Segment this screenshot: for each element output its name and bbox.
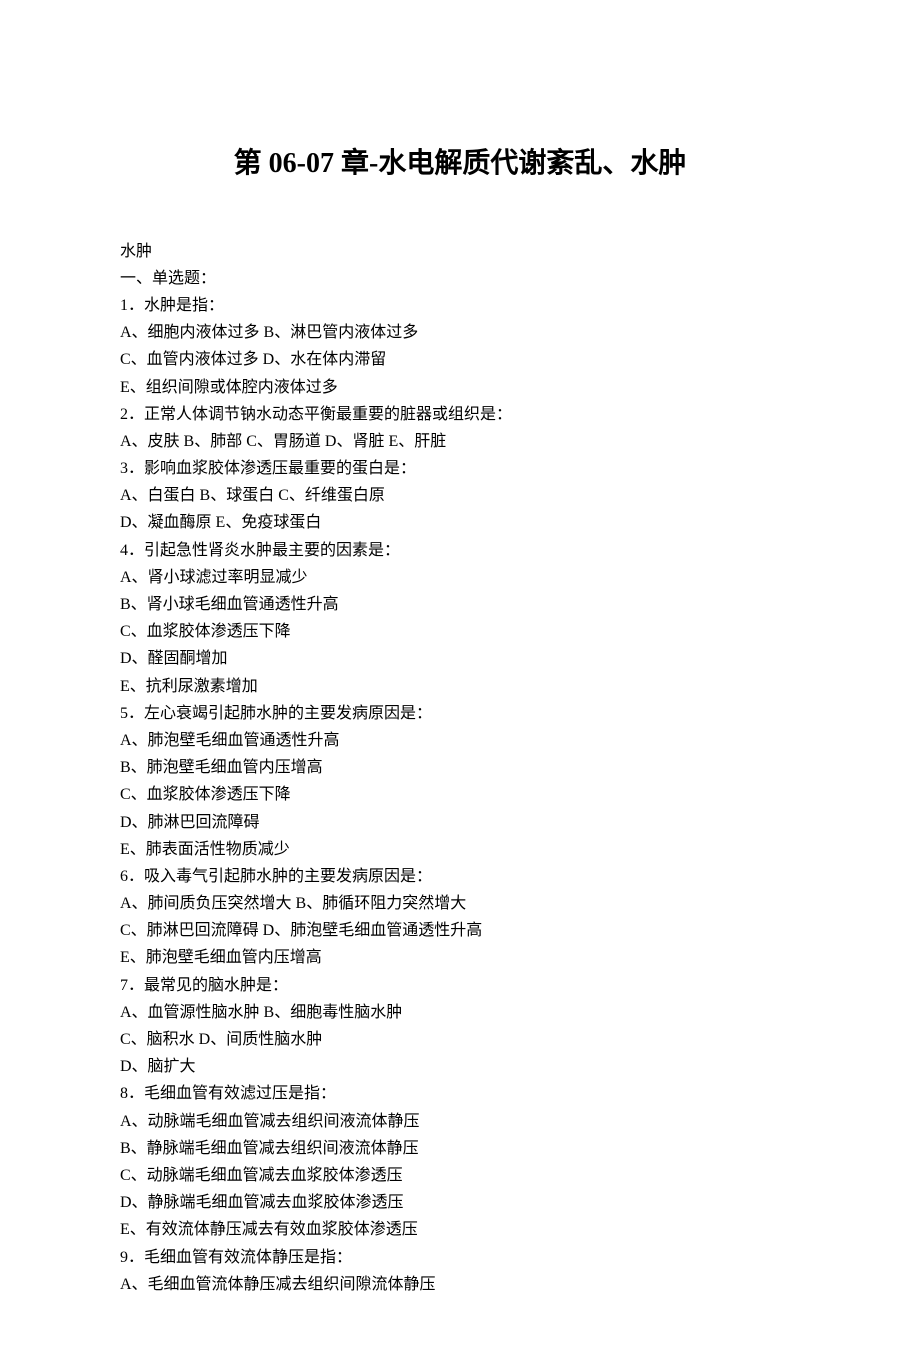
text-line: A、毛细血管流体静压减去组织间隙流体静压 [120, 1271, 800, 1298]
text-line: A、肺间质负压突然增大 B、肺循环阻力突然增大 [120, 890, 800, 917]
text-line: B、肺泡壁毛细血管内压增高 [120, 754, 800, 781]
text-line: E、肺表面活性物质减少 [120, 836, 800, 863]
text-line: 3．影响血浆胶体渗透压最重要的蛋白是： [120, 455, 800, 482]
text-line: 5．左心衰竭引起肺水肿的主要发病原因是： [120, 700, 800, 727]
text-line: D、脑扩大 [120, 1053, 800, 1080]
text-line: E、有效流体静压减去有效血浆胶体渗透压 [120, 1216, 800, 1243]
text-line: A、白蛋白 B、球蛋白 C、纤维蛋白原 [120, 482, 800, 509]
text-line: 9．毛细血管有效流体静压是指： [120, 1244, 800, 1271]
text-line: A、动脉端毛细血管减去组织间液流体静压 [120, 1108, 800, 1135]
text-line: C、脑积水 D、间质性脑水肿 [120, 1026, 800, 1053]
text-line: 水肿 [120, 238, 800, 265]
document-title: 第 06-07 章-水电解质代谢紊乱、水肿 [120, 140, 800, 188]
text-line: A、肾小球滤过率明显减少 [120, 564, 800, 591]
text-line: A、细胞内液体过多 B、淋巴管内液体过多 [120, 319, 800, 346]
text-line: D、醛固酮增加 [120, 645, 800, 672]
text-line: D、凝血酶原 E、免疫球蛋白 [120, 509, 800, 536]
text-line: C、血管内液体过多 D、水在体内滞留 [120, 346, 800, 373]
text-line: C、肺淋巴回流障碍 D、肺泡壁毛细血管通透性升高 [120, 917, 800, 944]
text-line: 8．毛细血管有效滤过压是指： [120, 1080, 800, 1107]
text-line: A、肺泡壁毛细血管通透性升高 [120, 727, 800, 754]
text-line: D、肺淋巴回流障碍 [120, 809, 800, 836]
document-body: 水肿一、单选题：1．水肿是指：A、细胞内液体过多 B、淋巴管内液体过多C、血管内… [120, 238, 800, 1298]
text-line: 一、单选题： [120, 265, 800, 292]
text-line: C、血浆胶体渗透压下降 [120, 781, 800, 808]
text-line: 2．正常人体调节钠水动态平衡最重要的脏器或组织是： [120, 401, 800, 428]
text-line: A、血管源性脑水肿 B、细胞毒性脑水肿 [120, 999, 800, 1026]
text-line: 6．吸入毒气引起肺水肿的主要发病原因是： [120, 863, 800, 890]
text-line: E、肺泡壁毛细血管内压增高 [120, 944, 800, 971]
text-line: C、血浆胶体渗透压下降 [120, 618, 800, 645]
text-line: 4．引起急性肾炎水肿最主要的因素是： [120, 537, 800, 564]
text-line: E、抗利尿激素增加 [120, 673, 800, 700]
text-line: 1．水肿是指： [120, 292, 800, 319]
text-line: E、组织间隙或体腔内液体过多 [120, 374, 800, 401]
text-line: B、静脉端毛细血管减去组织间液流体静压 [120, 1135, 800, 1162]
text-line: C、动脉端毛细血管减去血浆胶体渗透压 [120, 1162, 800, 1189]
text-line: B、肾小球毛细血管通透性升高 [120, 591, 800, 618]
text-line: A、皮肤 B、肺部 C、胃肠道 D、肾脏 E、肝脏 [120, 428, 800, 455]
text-line: 7．最常见的脑水肿是： [120, 972, 800, 999]
text-line: D、静脉端毛细血管减去血浆胶体渗透压 [120, 1189, 800, 1216]
